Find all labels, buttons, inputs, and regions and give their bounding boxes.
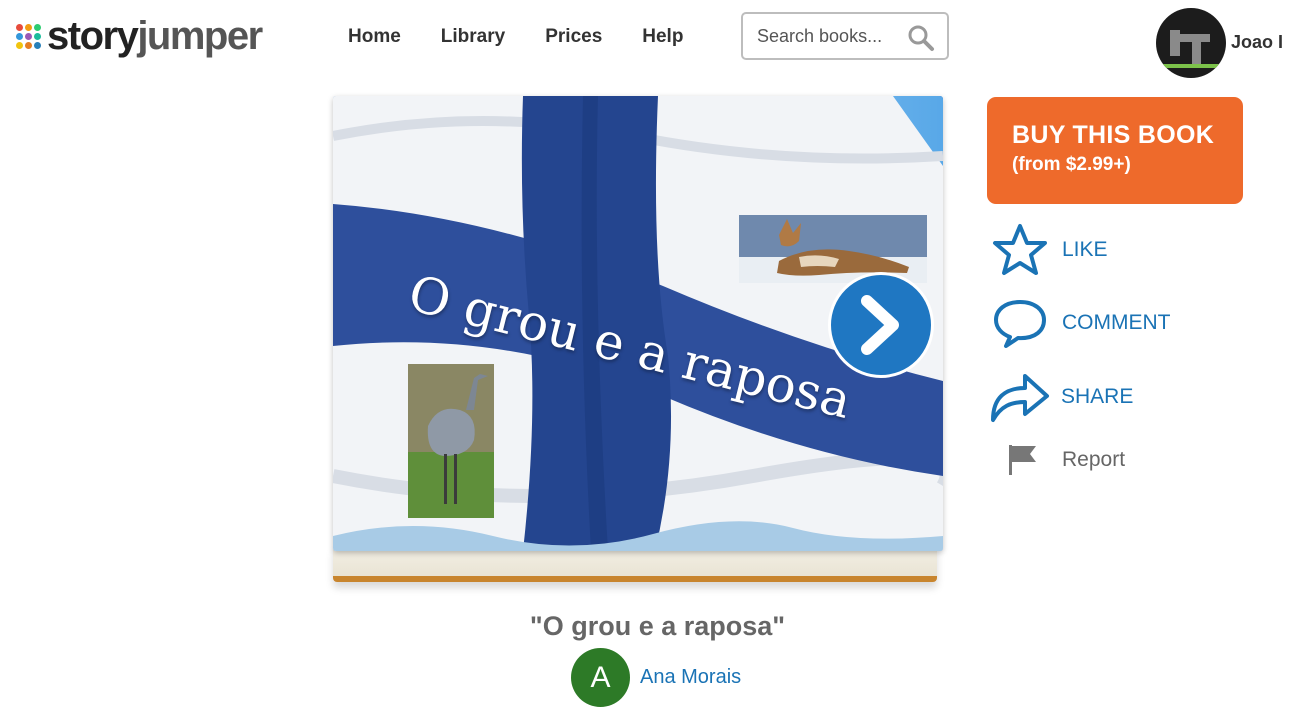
- logo-text: storyjumper: [47, 14, 263, 58]
- next-page-button[interactable]: [828, 272, 934, 378]
- nav-prices[interactable]: Prices: [545, 26, 602, 48]
- like-button[interactable]: LIKE: [990, 222, 1108, 278]
- logo-dot: [25, 41, 32, 49]
- share-label: SHARE: [1061, 385, 1134, 408]
- storyjumper-logo[interactable]: storyjumper: [16, 12, 263, 60]
- logo-dot: [16, 41, 23, 49]
- logo-dot: [16, 32, 23, 40]
- logo-dot: [34, 23, 41, 31]
- nav-home[interactable]: Home: [348, 26, 401, 48]
- flag-icon: [1009, 445, 1036, 475]
- chevron-right-icon: [861, 295, 899, 355]
- share-arrow-icon: [991, 374, 1049, 422]
- nav-help[interactable]: Help: [642, 26, 683, 48]
- share-button[interactable]: SHARE: [987, 368, 1133, 426]
- author-name-link[interactable]: Ana Morais: [640, 666, 741, 689]
- speech-bubble-icon: [994, 300, 1046, 348]
- buy-button-title: BUY THIS BOOK: [1012, 121, 1215, 149]
- logo-dot: [16, 23, 23, 31]
- fox-photo: [739, 215, 927, 283]
- report-button[interactable]: Report: [1006, 443, 1125, 477]
- logo-dot: [34, 41, 41, 49]
- book-pages: [333, 546, 937, 582]
- search-input[interactable]: [755, 24, 909, 48]
- buy-button-price: (from $2.99+): [1012, 154, 1131, 175]
- logo-dot: [25, 23, 32, 31]
- user-name[interactable]: Joao I: [1231, 32, 1283, 53]
- buy-book-button[interactable]: BUY THIS BOOK (from $2.99+): [987, 97, 1243, 204]
- author-avatar[interactable]: A: [571, 648, 630, 707]
- book-title: "O grou e a raposa": [529, 611, 786, 641]
- user-avatar[interactable]: [1156, 8, 1226, 78]
- like-label: LIKE: [1062, 238, 1108, 261]
- logo-dot: [25, 32, 32, 40]
- search-box: [741, 12, 949, 60]
- logo-dot: [34, 32, 41, 40]
- main-nav: Home Library Prices Help: [348, 26, 723, 48]
- logo-dots-icon: [16, 23, 41, 49]
- comment-label: COMMENT: [1062, 311, 1171, 334]
- search-icon[interactable]: [907, 24, 935, 57]
- report-label: Report: [1062, 448, 1126, 471]
- star-icon: [993, 224, 1047, 275]
- comment-button[interactable]: COMMENT: [990, 296, 1171, 350]
- nav-library[interactable]: Library: [441, 26, 505, 48]
- crane-photo: [408, 364, 494, 518]
